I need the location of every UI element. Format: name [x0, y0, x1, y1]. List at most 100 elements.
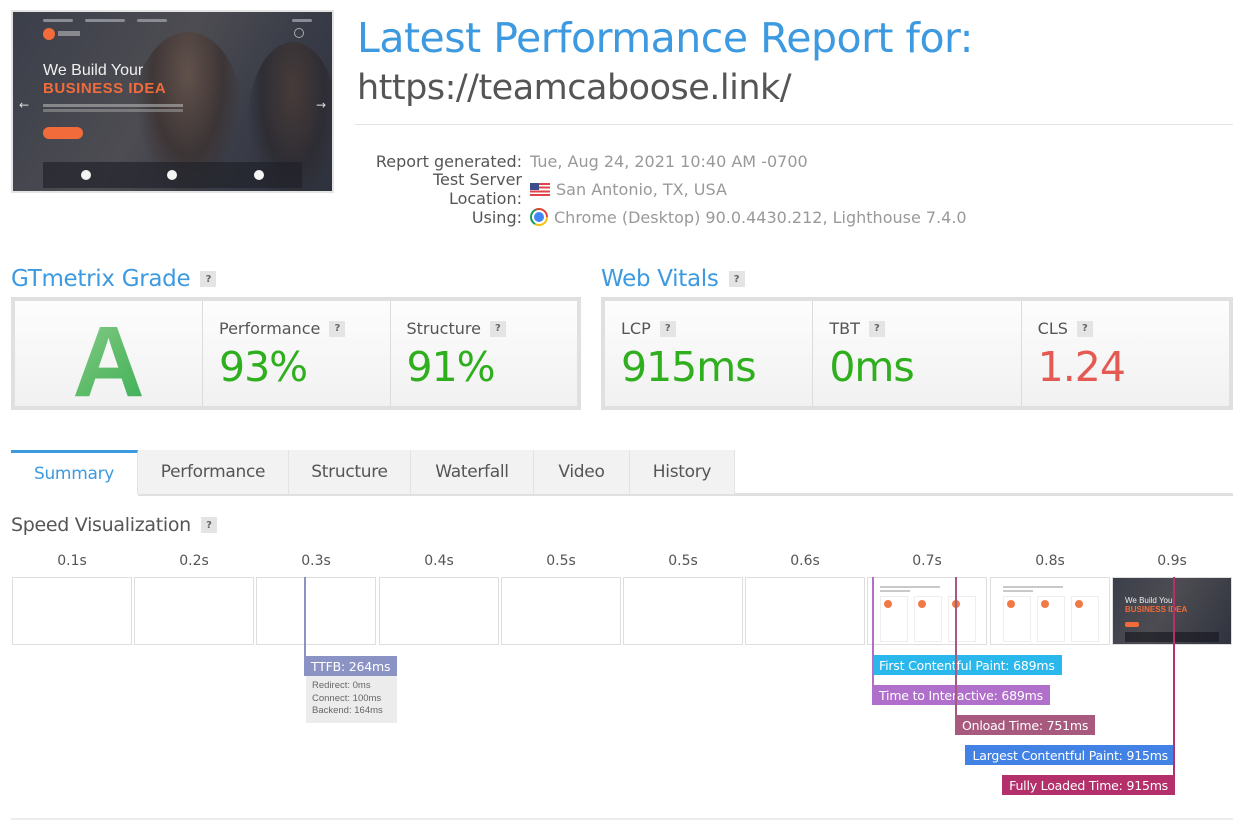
- thumbnail-arrow-left-icon: ←: [19, 98, 30, 112]
- performance-score-cell: Performance? 93%: [203, 301, 391, 406]
- thumbnail-topbar: [43, 16, 312, 24]
- divider: [355, 124, 1233, 125]
- gtmetrix-grade-heading: GTmetrix Grade ?: [11, 266, 217, 292]
- frame-time-label: 0.4s: [424, 553, 454, 569]
- fully-loaded-marker: Fully Loaded Time: 915ms: [1002, 775, 1175, 795]
- fcp-marker: First Contentful Paint: 689ms: [872, 655, 1062, 675]
- us-flag-icon: [530, 182, 550, 196]
- meta-label: Test Server Location:: [432, 170, 522, 208]
- web-vitals-heading: Web Vitals ?: [601, 266, 745, 292]
- ttfb-breakdown-row: Redirect: 0ms: [312, 680, 371, 691]
- frame-time-label: 0.8s: [1035, 553, 1065, 569]
- help-icon[interactable]: ?: [200, 271, 217, 287]
- frame-time-label: 0.5s: [546, 553, 576, 569]
- filmstrip-frame[interactable]: [990, 577, 1110, 645]
- ttfb-breakdown: Redirect: 0ms Connect: 100ms Backend: 164m…: [306, 676, 397, 723]
- meta-server-location: Test Server Location: San Antonio, TX, U…: [357, 170, 967, 208]
- frame-time-label: 0.2s: [179, 553, 209, 569]
- tab-waterfall[interactable]: Waterfall: [411, 450, 534, 494]
- ttfb-marker: TTFB: 264ms: [304, 656, 397, 676]
- help-icon[interactable]: ?: [329, 320, 346, 337]
- grade-letter: A: [15, 305, 202, 420]
- tab-summary[interactable]: Summary: [11, 450, 138, 494]
- thumbnail-paragraph: [43, 104, 183, 107]
- frame-time-label: 0.9s: [1157, 553, 1187, 569]
- tab-structure[interactable]: Structure: [289, 450, 411, 494]
- thumbnail-logo-icon: [43, 28, 55, 40]
- filmstrip-frame[interactable]: [256, 577, 376, 645]
- chrome-icon: [530, 208, 548, 226]
- meta-value: Tue, Aug 24, 2021 10:40 AM -0700: [530, 151, 808, 171]
- structure-score: 91%: [406, 343, 496, 391]
- section-title: Speed Visualization: [11, 514, 191, 536]
- help-icon[interactable]: ?: [728, 271, 745, 287]
- filmstrip-frame[interactable]: [134, 577, 254, 645]
- thumbnail-headline: We Build Your: [43, 62, 144, 79]
- tbt-value: 0ms: [829, 343, 914, 391]
- onload-marker: Onload Time: 751ms: [955, 715, 1096, 735]
- onload-line: [955, 577, 957, 715]
- divider: [11, 818, 1233, 820]
- metric-label: LCP: [621, 319, 651, 338]
- lcp-value: 915ms: [621, 343, 757, 391]
- filmstrip-frame[interactable]: [379, 577, 499, 645]
- report-url[interactable]: https://teamcaboose.link/: [357, 68, 792, 108]
- fully-loaded-line: [1173, 577, 1175, 775]
- thumbnail-button: [43, 127, 83, 139]
- lcp-marker: Largest Contentful Paint: 915ms: [965, 745, 1175, 765]
- thumbnail-logo-text: [58, 31, 80, 36]
- filmstrip-frame[interactable]: [867, 577, 987, 645]
- tab-history[interactable]: History: [630, 450, 735, 494]
- tab-performance[interactable]: Performance: [138, 450, 289, 494]
- web-vitals-panel: LCP? 915ms TBT? 0ms CLS? 1.24: [601, 297, 1233, 410]
- meta-label: Report generated:: [375, 151, 522, 171]
- ttfb-line: [304, 577, 306, 656]
- help-icon[interactable]: ?: [489, 320, 506, 337]
- metric-label: CLS: [1037, 319, 1068, 338]
- frame-time-label: 0.7s: [912, 553, 942, 569]
- ttfb-breakdown-row: Backend: 164ms: [312, 705, 383, 716]
- speed-visualization-heading: Speed Visualization ?: [11, 514, 217, 536]
- cls-cell: CLS? 1.24: [1021, 301, 1229, 406]
- grade-cell: A: [15, 301, 203, 418]
- cls-value: 1.24: [1037, 343, 1126, 391]
- thumbnail-headline-accent: BUSINESS IDEA: [43, 80, 167, 97]
- report-tabs: Summary Performance Structure Waterfall …: [11, 450, 735, 494]
- frame-time-label: 0.3s: [301, 553, 331, 569]
- page-screenshot-thumbnail: We Build Your BUSINESS IDEA ← →: [11, 10, 334, 193]
- gtmetrix-grade-panel: A Performance? 93% Structure? 91%: [11, 297, 581, 418]
- meta-using: Using: Chrome (Desktop) 90.0.4430.212, L…: [357, 203, 967, 231]
- help-icon[interactable]: ?: [868, 320, 885, 337]
- section-title: GTmetrix Grade: [11, 266, 191, 292]
- filmstrip-frame[interactable]: [501, 577, 621, 645]
- frame-time-label: 0.5s: [668, 553, 698, 569]
- tti-line: [872, 577, 874, 685]
- filmstrip-frame[interactable]: [12, 577, 132, 645]
- frame-time-label: 0.1s: [57, 553, 87, 569]
- report-meta: Report generated: Tue, Aug 24, 2021 10:4…: [357, 147, 967, 231]
- metric-label: Structure: [406, 319, 481, 338]
- help-icon[interactable]: ?: [200, 517, 217, 533]
- section-title: Web Vitals: [601, 266, 719, 292]
- help-icon[interactable]: ?: [1076, 320, 1093, 337]
- ttfb-breakdown-row: Connect: 100ms: [312, 692, 382, 704]
- thumbnail-search-icon: [294, 28, 304, 38]
- meta-value: San Antonio, TX, USA: [556, 179, 727, 199]
- frame-time-label: 0.6s: [790, 553, 820, 569]
- filmstrip-frame[interactable]: [623, 577, 743, 645]
- meta-value: Chrome (Desktop) 90.0.4430.212, Lighthou…: [554, 207, 967, 227]
- tab-video[interactable]: Video: [534, 450, 630, 494]
- thumbnail-arrow-right-icon: →: [315, 98, 326, 112]
- report-title: Latest Performance Report for:: [357, 14, 974, 62]
- performance-score: 93%: [219, 343, 308, 391]
- structure-score-cell: Structure? 91%: [390, 301, 577, 406]
- tbt-cell: TBT? 0ms: [813, 301, 1022, 406]
- thumbnail-info-bar: [43, 162, 302, 188]
- meta-label: Using:: [471, 207, 522, 227]
- filmstrip-frame[interactable]: We Build Your BUSINESS IDEA: [1112, 577, 1232, 645]
- tti-marker: Time to Interactive: 689ms: [872, 685, 1050, 705]
- lcp-cell: LCP? 915ms: [605, 301, 814, 406]
- filmstrip-frame[interactable]: [745, 577, 865, 645]
- metric-label: Performance: [219, 319, 321, 338]
- help-icon[interactable]: ?: [659, 320, 676, 337]
